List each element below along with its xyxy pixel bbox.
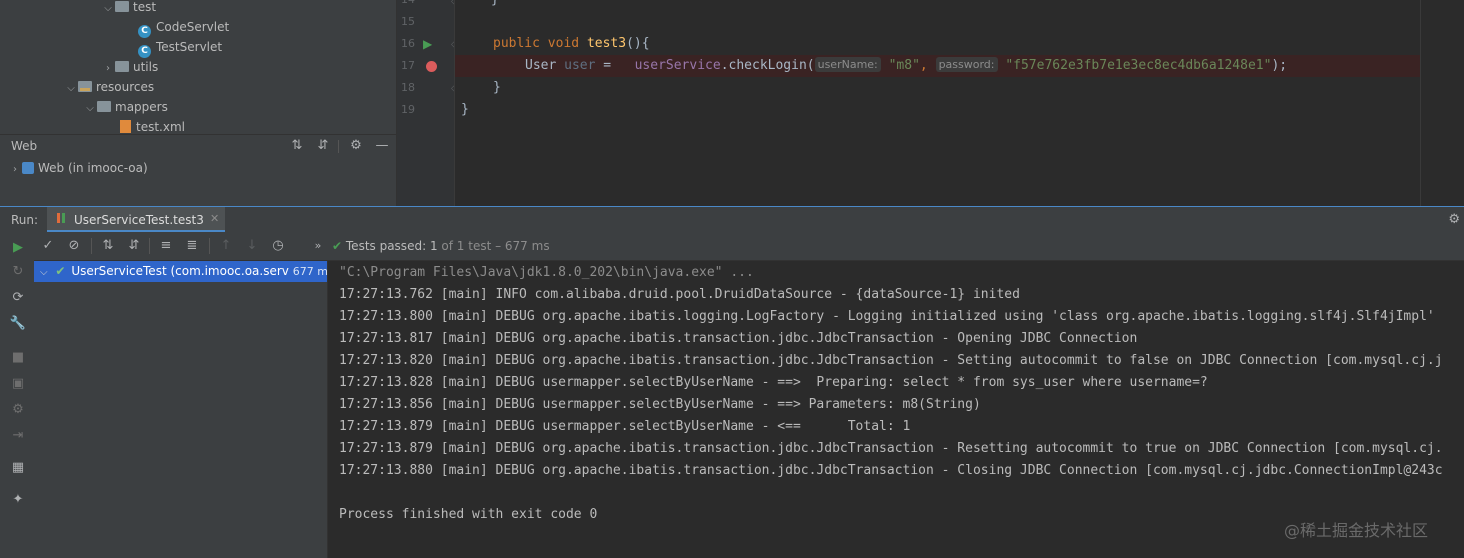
run-panel-tabbar: Run: UserServiceTest.test3 ✕ ⚙: [0, 206, 1464, 233]
tree-item-mappers[interactable]: ⌵ mappers: [83, 97, 168, 117]
rerun-failed-icon[interactable]: ↻: [9, 263, 27, 281]
console-line: Process finished with exit code 0: [339, 507, 598, 522]
breakpoint-icon[interactable]: [426, 61, 437, 72]
folder-icon: [115, 61, 129, 72]
resources-folder-icon: [78, 81, 92, 92]
run-toolbar: ✓ ⊘ ⇅ ⇵ ≡ ≣ ↑ ↓ ◷ » ✔ Tests passed: 1 of…: [34, 232, 1464, 261]
tab-userservicetest-test3[interactable]: UserServiceTest.test3 ✕: [47, 207, 225, 233]
console-line: 17:27:13.762 [main] INFO com.alibaba.dru…: [339, 287, 1020, 302]
web-panel-body: › Web (in imooc-oa): [0, 156, 396, 206]
project-tree-panel: ⌵ test C CodeServlet C TestServlet › utils ⌵…: [0, 0, 396, 134]
chevron-down-icon[interactable]: ⌵: [83, 99, 97, 119]
settings-icon[interactable]: ⚙: [9, 401, 27, 419]
line-number: 16: [401, 37, 415, 50]
console-line: "C:\Program Files\Java\jdk1.8.0_202\bin\…: [339, 265, 754, 280]
previous-failed-icon[interactable]: ↑: [217, 237, 235, 255]
run-label: Run:: [11, 213, 39, 227]
toolbar-separator: [149, 238, 150, 254]
next-failed-icon[interactable]: ↓: [243, 237, 261, 255]
layout-icon[interactable]: ▦: [9, 459, 27, 477]
console-line: 17:27:13.800 [main] DEBUG org.apache.iba…: [339, 309, 1435, 324]
test-result-row[interactable]: ⌵ ✔ UserServiceTest (com.imooc.oa.serv 6…: [34, 261, 327, 282]
console-output[interactable]: "C:\Program Files\Java\jdk1.8.0_202\bin\…: [328, 261, 1464, 558]
console-line: 17:27:13.856 [main] DEBUG usermapper.sel…: [339, 397, 981, 412]
tree-item-web-module[interactable]: › Web (in imooc-oa): [8, 158, 148, 178]
code-editor[interactable]: } public void test3(){ User user = userS…: [454, 0, 1464, 206]
line-number: 14: [401, 0, 415, 11]
tree-item-testservlet[interactable]: C TestServlet: [138, 37, 222, 58]
collapse-all-icon[interactable]: ≣: [183, 237, 201, 255]
line-number: 19: [401, 103, 415, 116]
pin-icon[interactable]: ✦: [9, 491, 27, 509]
chevron-right-icon[interactable]: ›: [8, 160, 22, 180]
console-line: 17:27:13.879 [main] DEBUG usermapper.sel…: [339, 419, 911, 434]
tree-item-test-xml[interactable]: test.xml: [120, 117, 185, 134]
chevron-down-icon[interactable]: ⌵: [40, 267, 48, 278]
tree-item-resources[interactable]: ⌵ resources: [64, 77, 154, 97]
parameter-hint: password:: [935, 57, 998, 72]
code-line-18: }: [493, 80, 501, 95]
header-separator: [338, 140, 339, 153]
expand-all-icon[interactable]: ⇅: [288, 137, 306, 155]
test-history-icon[interactable]: ◷: [269, 237, 287, 255]
console-line: 17:27:13.817 [main] DEBUG org.apache.iba…: [339, 331, 1138, 346]
minimize-icon[interactable]: —: [373, 137, 391, 155]
chevron-right-icon[interactable]: ›: [101, 59, 115, 79]
code-line-16: public void test3(){: [493, 36, 650, 51]
code-line-14: }: [491, 0, 499, 11]
console-line: 17:27:13.820 [main] DEBUG org.apache.iba…: [339, 353, 1443, 368]
tree-item-codeservlet[interactable]: C CodeServlet: [138, 17, 229, 38]
console-line: 17:27:13.879 [main] DEBUG org.apache.iba…: [339, 441, 1443, 456]
chevron-down-icon[interactable]: ⌵: [101, 0, 115, 19]
gear-icon[interactable]: ⚙: [347, 137, 365, 155]
watermark: @稀土掘金技术社区: [1284, 521, 1429, 540]
toolbar-separator: [91, 238, 92, 254]
tree-item-utils[interactable]: › utils: [101, 57, 158, 77]
folder-icon: [97, 101, 111, 112]
run-side-toolbar: ▶ ↻ ⟳ 🔧 ■ ▣ ⚙ ⇥ ▦ ✦: [0, 232, 35, 558]
sort-alphabetically-icon[interactable]: ⇅: [99, 237, 117, 255]
collapse-all-icon[interactable]: ⇵: [314, 137, 332, 155]
web-module-icon: [22, 162, 34, 174]
line-number: 18: [401, 81, 415, 94]
test-status: ✔ Tests passed: 1 of 1 test – 677 ms: [332, 239, 550, 253]
web-panel-header: Web ⇅ ⇵ ⚙ —: [0, 134, 396, 157]
editor-gutter: 14 15 16 17 18 19 ◇ ◇ ◇: [396, 0, 459, 206]
more-chevron-icon[interactable]: »: [309, 237, 327, 255]
run-test-gutter-icon[interactable]: ▶: [423, 37, 437, 51]
close-icon[interactable]: ✕: [210, 212, 219, 225]
console-line: 17:27:13.828 [main] DEBUG usermapper.sel…: [339, 375, 1208, 390]
camera-icon[interactable]: ▣: [9, 375, 27, 393]
stop-icon[interactable]: ■: [9, 349, 27, 367]
code-line-19: }: [461, 102, 469, 117]
expand-all-icon[interactable]: ≡: [157, 237, 175, 255]
test-run-icon: [57, 213, 65, 223]
parameter-hint: userName:: [814, 57, 881, 72]
editor-right-gutter: [1420, 0, 1464, 206]
show-passed-icon[interactable]: ✓: [39, 237, 57, 255]
test-results-tree: ⌵ ✔ UserServiceTest (com.imooc.oa.serv 6…: [34, 261, 328, 558]
sort-by-duration-icon[interactable]: ⇵: [125, 237, 143, 255]
show-ignored-icon[interactable]: ⊘: [65, 237, 83, 255]
web-panel-title: Web: [11, 139, 38, 153]
chevron-down-icon[interactable]: ⌵: [64, 79, 78, 99]
check-icon: ✔: [332, 239, 343, 253]
gear-icon[interactable]: ⚙: [1448, 212, 1460, 227]
exit-icon[interactable]: ⇥: [9, 427, 27, 445]
tree-item-test-folder[interactable]: ⌵ test: [101, 0, 156, 17]
xml-file-icon: [120, 120, 131, 133]
toggle-auto-test-icon[interactable]: ⟳: [9, 289, 27, 307]
folder-icon: [115, 1, 129, 12]
test-passed-icon: ✔: [55, 264, 66, 278]
console-line: 17:27:13.880 [main] DEBUG org.apache.iba…: [339, 463, 1443, 478]
line-number: 15: [401, 15, 415, 28]
toolbar-separator: [209, 238, 210, 254]
code-line-17: User user = userService.checkLogin(userN…: [525, 57, 1288, 73]
line-number: 17: [401, 59, 415, 72]
rerun-icon[interactable]: ▶: [9, 239, 27, 257]
wrench-icon[interactable]: 🔧: [9, 315, 27, 333]
